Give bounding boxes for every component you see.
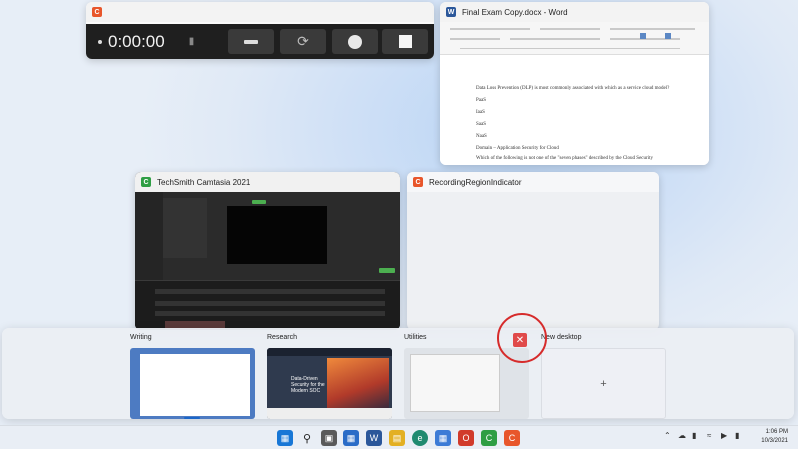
- doc-line: PaaS: [476, 98, 486, 103]
- recorder-taskbar-icon[interactable]: C: [504, 430, 520, 446]
- clock-time: 1:06 PM: [765, 429, 788, 435]
- camtasia-window-title: TechSmith Camtasia 2021: [157, 177, 251, 187]
- word-taskbar-icon[interactable]: W: [366, 430, 382, 446]
- recording-timer: 0:00:00: [108, 31, 165, 51]
- microphone-icon[interactable]: ▮: [692, 431, 696, 440]
- minimize-recorder-button[interactable]: [228, 29, 274, 54]
- cloud-icon[interactable]: ☁: [678, 431, 686, 440]
- desktop-thumbnail[interactable]: Data-Driven Security for the Modern SOC: [267, 348, 392, 419]
- dash-icon: [244, 39, 258, 44]
- search-icon[interactable]: ⚲: [299, 430, 315, 446]
- desktop-label: New desktop: [541, 334, 582, 341]
- widgets-icon[interactable]: ▦: [343, 430, 359, 446]
- word-document-page[interactable]: Data Loss Prevention (DLP) is most commo…: [440, 55, 709, 165]
- store-icon[interactable]: ▦: [435, 430, 451, 446]
- doc-line: NaaS: [476, 134, 487, 139]
- word-titlebar: W Final Exam Copy.docx - Word: [440, 2, 709, 22]
- chevron-up-icon[interactable]: ⌃: [664, 431, 671, 440]
- word-window[interactable]: W Final Exam Copy.docx - Word Data Loss …: [440, 2, 709, 165]
- battery-icon[interactable]: ▮: [735, 431, 739, 440]
- stop-button[interactable]: [382, 29, 428, 54]
- doc-line: Domain – Application Security for Cloud: [476, 146, 559, 151]
- doc-line: Which of the following is not one of the…: [476, 156, 653, 161]
- desktop-research[interactable]: Research Data-Driven Security for the Mo…: [267, 334, 392, 419]
- doc-line: Data Loss Prevention (DLP) is most commo…: [476, 86, 670, 91]
- camtasia-taskbar-icon[interactable]: C: [481, 430, 497, 446]
- doc-line: IaaS: [476, 110, 485, 115]
- word-window-title: Final Exam Copy.docx - Word: [462, 7, 568, 17]
- virtual-desktops-bar: Writing Research Data-Driven Security fo…: [2, 328, 794, 419]
- stop-icon: [398, 35, 412, 48]
- camtasia-workspace: [135, 192, 400, 330]
- desktop-thumbnail[interactable]: [130, 348, 255, 419]
- recorder-titlebar: C: [86, 2, 434, 22]
- doc-line: SaaS: [476, 122, 486, 127]
- system-clock[interactable]: 1:06 PM 10/3/2021: [761, 428, 788, 446]
- active-desktop-indicator: [184, 417, 200, 419]
- record-button[interactable]: [332, 29, 378, 54]
- research-headline: Data-Driven Security for the Modern SOC: [291, 376, 325, 394]
- region-titlebar: C RecordingRegionIndicator: [407, 172, 659, 192]
- camtasia-timeline[interactable]: [135, 280, 400, 330]
- microphone-icon[interactable]: ▮: [189, 36, 195, 47]
- recorder-toolbar: 0:00:00 ▮ ⟳: [86, 24, 434, 59]
- desktop-label: Research: [267, 334, 297, 341]
- desktop-writing[interactable]: Writing: [130, 334, 255, 419]
- task-view-icon[interactable]: ▣: [321, 430, 337, 446]
- desktop-new[interactable]: New desktop +: [541, 334, 666, 419]
- word-ribbon: [440, 22, 709, 55]
- camtasia-sidebar: [135, 192, 163, 282]
- camtasia-canvas: [227, 206, 327, 264]
- clock-date: 10/3/2021: [761, 438, 788, 444]
- camtasia-app-icon: C: [141, 177, 151, 187]
- wifi-icon[interactable]: ≈: [707, 431, 711, 440]
- recording-region-window[interactable]: C RecordingRegionIndicator: [407, 172, 659, 330]
- record-indicator-icon: [98, 39, 102, 44]
- restart-icon: ⟳: [297, 33, 309, 49]
- recorder-window[interactable]: C 0:00:00 ▮ ⟳: [86, 2, 434, 59]
- volume-icon[interactable]: ▶: [721, 431, 727, 440]
- desktop-utilities[interactable]: Utilities: [404, 334, 529, 419]
- desktop-label: Writing: [130, 334, 152, 341]
- start-windows-icon[interactable]: ▦: [277, 430, 293, 446]
- region-window-title: RecordingRegionIndicator: [429, 177, 522, 187]
- camtasia-recorder-icon: C: [92, 7, 102, 17]
- taskbar: ▦ ⚲ ▣ ▦ W ▤ e ▦ O C C ⌃ ☁ ▮ ≈ ▶ ▮ 1:06 P…: [0, 425, 798, 449]
- office-icon[interactable]: O: [458, 430, 474, 446]
- camtasia-titlebar: C TechSmith Camtasia 2021: [135, 172, 400, 192]
- record-icon: [348, 34, 362, 49]
- word-app-icon: W: [446, 7, 456, 17]
- camtasia-window[interactable]: C TechSmith Camtasia 2021: [135, 172, 400, 330]
- camtasia-recorder-icon: C: [413, 177, 423, 187]
- file-explorer-icon[interactable]: ▤: [389, 430, 405, 446]
- edge-icon[interactable]: e: [412, 430, 428, 446]
- plus-icon: +: [600, 377, 607, 390]
- click-highlight-ring: [497, 313, 547, 363]
- new-desktop-button[interactable]: +: [541, 348, 666, 419]
- camtasia-media-panel: [163, 198, 207, 258]
- desktop-label: Utilities: [404, 334, 427, 341]
- restart-button[interactable]: ⟳: [280, 29, 326, 54]
